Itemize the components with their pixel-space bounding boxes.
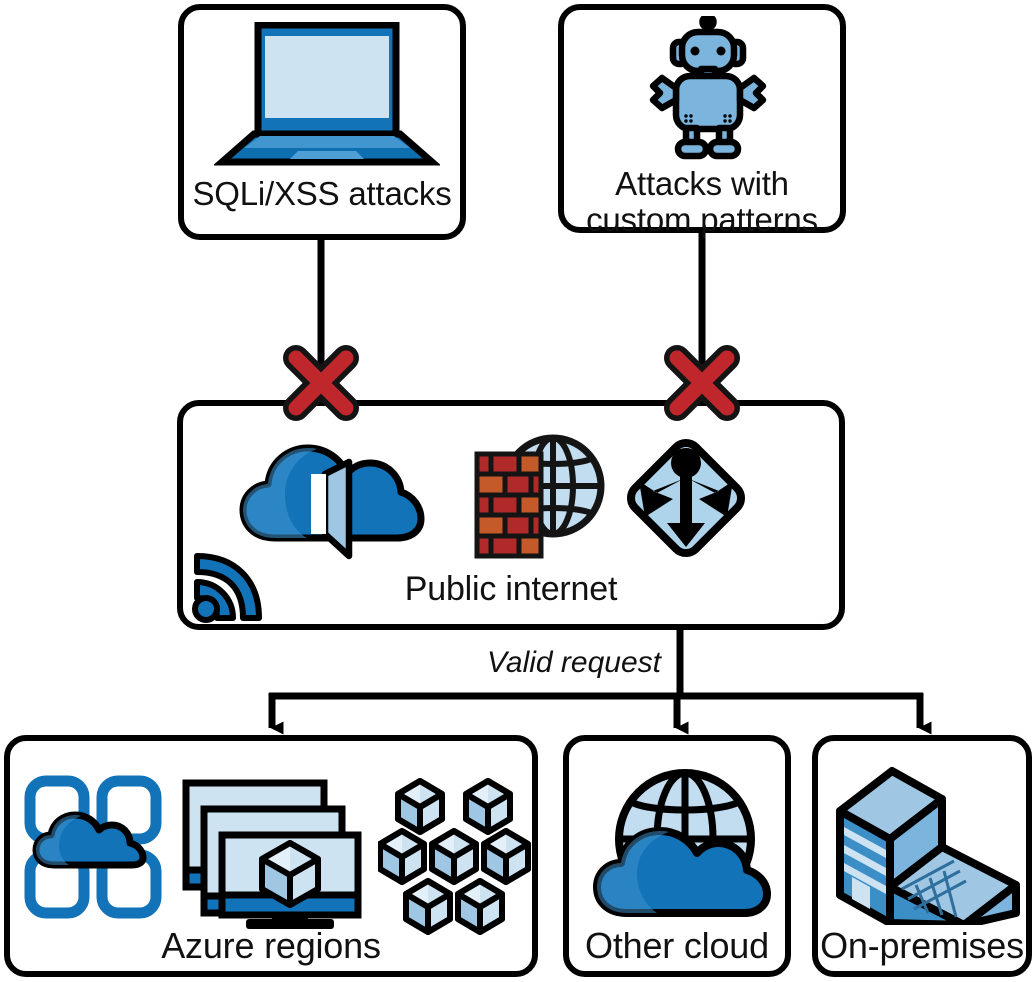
valid-request-label: Valid request xyxy=(487,646,661,679)
node-other-cloud[interactable]: Other cloud xyxy=(563,735,791,977)
node-label-custom-patterns: Attacks with custom patterns xyxy=(586,165,818,238)
azure-cloud-grid-icon xyxy=(22,773,168,923)
node-sqli-xss-attacks[interactable]: SQLi/XSS attacks xyxy=(178,4,466,240)
architecture-diagram: Valid request SQLi/XSS attacks Attacks w… xyxy=(0,0,1036,982)
datacenter-building-icon xyxy=(830,765,1024,929)
node-public-internet[interactable]: Public internet xyxy=(177,400,845,630)
node-label-sqli-xss: SQLi/XSS attacks xyxy=(192,175,452,212)
node-label-public-internet: Public internet xyxy=(404,570,618,608)
load-balancer-icon xyxy=(623,431,749,563)
node-on-premises[interactable]: On-premises xyxy=(812,735,1032,977)
globe-cloud-icon xyxy=(587,763,783,923)
laptop-icon xyxy=(212,21,442,168)
node-label-other-cloud: Other cloud xyxy=(585,925,769,966)
node-azure-regions[interactable]: Azure regions xyxy=(4,735,538,977)
azure-cloud-service-icon xyxy=(237,434,427,564)
robot-icon xyxy=(626,13,790,168)
firewall-globe-icon xyxy=(471,428,606,568)
cube-cluster-icon xyxy=(377,777,534,935)
node-label-on-premises: On-premises xyxy=(820,925,1024,966)
virtual-machines-stack-icon xyxy=(180,777,362,935)
node-label-azure-regions: Azure regions xyxy=(161,925,381,966)
node-custom-pattern-attacks[interactable]: Attacks with custom patterns xyxy=(558,4,846,237)
